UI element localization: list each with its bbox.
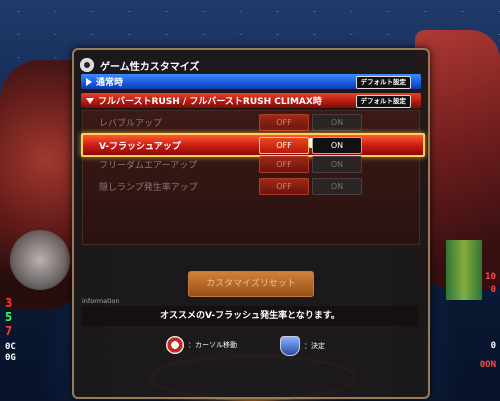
- section-rush-default-button[interactable]: デフォルト設定: [355, 95, 411, 108]
- setting-label: レバブルアップ: [99, 119, 163, 129]
- panel-header: ゲーム性カスタマイズ: [78, 55, 200, 75]
- off-button[interactable]: OFF: [259, 114, 309, 131]
- section-rush[interactable]: フルバーストRUSH / フルバーストRUSH CLIMAX時 デフォルト設定: [81, 93, 421, 108]
- left-counter-2: 5: [5, 310, 13, 324]
- control-hint-move-label: ：カーソル移動: [188, 341, 237, 349]
- on-button[interactable]: ON: [312, 178, 362, 195]
- settings-list: レバブルアップ OFF ON V-フラッシュアップ OFF ON フリーダムエア…: [81, 110, 425, 245]
- setting-row-lever-bull[interactable]: レバブルアップ OFF ON: [83, 113, 419, 132]
- right-counter-3: 0: [490, 341, 496, 351]
- panel-title: ゲーム性カスタマイズ: [100, 61, 200, 73]
- section-normal-label: 通常時: [96, 78, 124, 88]
- section-normal[interactable]: 通常時 デフォルト設定: [81, 74, 421, 89]
- customize-reset-button[interactable]: カスタマイズリセット: [188, 271, 314, 297]
- setting-row-v-flash[interactable]: V-フラッシュアップ OFF ON: [81, 133, 425, 157]
- gear-icon: [78, 56, 96, 74]
- arrow-right-icon: [86, 77, 92, 86]
- control-hint-move: ：カーソル移動: [166, 336, 237, 354]
- setting-label: 隠しランプ発生率アップ: [99, 183, 198, 193]
- on-button[interactable]: ON: [312, 156, 362, 173]
- right-counter-2: 0: [490, 285, 496, 295]
- control-hint-confirm: ：決定: [280, 336, 325, 356]
- dpad-icon: [166, 336, 184, 354]
- off-button[interactable]: OFF: [259, 136, 309, 154]
- right-counter-1: 10: [485, 272, 496, 282]
- shield-button-icon: [280, 336, 300, 356]
- setting-row-freedom-air[interactable]: フリーダムエアーアップ OFF ON: [83, 155, 419, 174]
- on-button[interactable]: ON: [312, 136, 362, 154]
- left-counter-1: 3: [5, 296, 13, 310]
- mech-left-joint-decoration: [10, 230, 70, 290]
- information-label: information: [82, 297, 120, 305]
- off-button[interactable]: OFF: [259, 156, 309, 173]
- left-counter-3: 7: [5, 324, 13, 338]
- left-counter-g: 0G: [5, 353, 16, 363]
- setting-label: V-フラッシュアップ: [99, 141, 181, 152]
- section-rush-label: フルバーストRUSH / フルバーストRUSH CLIMAX時: [98, 97, 322, 107]
- tower-decoration: [446, 240, 482, 300]
- setting-label: フリーダムエアーアップ: [99, 161, 198, 171]
- setting-row-hidden-lamp[interactable]: 隠しランプ発生率アップ OFF ON: [83, 177, 419, 196]
- control-hint-confirm-label: ：決定: [304, 342, 325, 350]
- off-button[interactable]: OFF: [259, 178, 309, 195]
- arrow-down-icon: [86, 97, 94, 104]
- customize-panel: ゲーム性カスタマイズ 通常時 デフォルト設定 フルバーストRUSH / フルバー…: [72, 48, 430, 399]
- section-normal-default-button[interactable]: デフォルト設定: [355, 76, 411, 89]
- information-text: オススメのV-フラッシュ発生率となります。: [82, 306, 418, 326]
- right-counter-4: 0ON: [479, 360, 496, 370]
- on-button[interactable]: ON: [312, 114, 362, 131]
